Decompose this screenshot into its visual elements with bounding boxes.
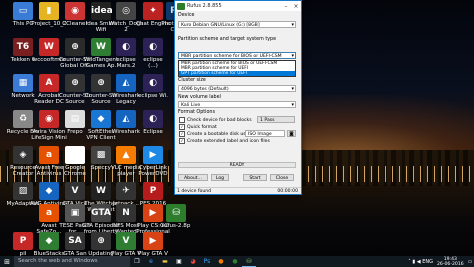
extended-label-text: Create extended label and icon files	[187, 138, 270, 144]
close-button[interactable]: Close	[270, 174, 294, 181]
progress-bar: READY	[178, 162, 296, 168]
status-text: 1 device found	[177, 189, 212, 194]
bad-blocks-pass-select[interactable]: 1 Pass	[257, 116, 295, 123]
partition-label: Partition scheme and target system type	[178, 37, 277, 42]
app-icon[interactable]: ●	[228, 256, 242, 267]
disc-icon-button[interactable]: ◙	[287, 130, 296, 137]
windows-start-icon[interactable]: ⊞	[0, 258, 14, 266]
volume-label-input[interactable]: Kali Live	[178, 101, 296, 109]
device-label: Device	[178, 13, 195, 18]
app-icon: ◐	[143, 110, 163, 128]
volume-label-title: New volume label	[178, 95, 221, 100]
network-icon[interactable]: ▮	[412, 259, 415, 265]
log-button[interactable]: Log	[211, 174, 229, 181]
desktop-icon-label: eclipse Wi.	[137, 93, 169, 99]
desktop-icon-label: Eclipse	[143, 129, 163, 135]
checkbox-box[interactable]	[179, 117, 185, 123]
rufus-titlebar[interactable]: Rufus 2.8.855 – ×	[175, 1, 301, 11]
app-icon: ◐	[143, 38, 163, 56]
close-window-button[interactable]: ×	[291, 3, 301, 10]
extended-label-checkbox[interactable]: ✓ Create extended label and icon files	[179, 138, 270, 144]
desktop-icon[interactable]: ◐ Eclipse	[131, 110, 175, 135]
desktop-icon[interactable]: ◐ eclipse (...)	[131, 38, 175, 70]
app-icon: ◐	[143, 74, 163, 92]
bad-blocks-checkbox[interactable]: Check device for bad blocks	[179, 117, 252, 123]
desktop-icon-label: CyberLink PowerDVD	[138, 165, 168, 178]
notification-icon[interactable]: ▭	[468, 259, 473, 265]
rufus-app-icon	[177, 2, 185, 10]
desktop-icon[interactable]: ⛁ rufus-2.8p	[154, 204, 198, 229]
task-view-icon[interactable]: ❐	[130, 256, 144, 267]
desktop: ▭ This PC ▮ Project_10_2 ◉ CCleaner idea Idea S…	[0, 0, 474, 256]
format-options-label: Format Options	[178, 110, 215, 115]
app-icon: P	[143, 182, 163, 200]
bootable-label: Create a bootable disk using	[187, 131, 253, 137]
checkbox-box[interactable]: ✓	[179, 138, 185, 144]
quick-format-checkbox[interactable]: ✓ Quick format	[179, 124, 217, 130]
desktop-icon[interactable]: ▶Play GTA V Professional	[131, 232, 175, 256]
edge-icon[interactable]: e	[144, 256, 158, 267]
app-icon[interactable]: ●	[214, 256, 228, 267]
cluster-label: Cluster size	[178, 78, 206, 83]
cluster-select[interactable]: 4096 bytes (Default)	[178, 85, 296, 93]
checkbox-box[interactable]: ✓	[179, 124, 185, 130]
bootable-checkbox[interactable]: ✓ Create a bootable disk using	[179, 131, 253, 137]
desktop-icon[interactable]: ◈ Resource Creator	[1, 146, 45, 178]
desktop-icon[interactable]: ▶ CyberLink PowerDVD	[131, 146, 175, 178]
status-bar: 1 device found 00:00:00	[175, 187, 301, 194]
partition-option-selected[interactable]: GPT partition scheme for UEFI	[179, 71, 295, 76]
explorer-icon[interactable]: ▬	[158, 256, 172, 267]
rufus-title: Rufus 2.8.855	[187, 3, 222, 9]
quick-format-label: Quick format	[187, 124, 217, 130]
volume-icon[interactable]: ◀	[417, 259, 421, 265]
rufus-window[interactable]: Rufus 2.8.855 – × Device Kuro Debian GNU…	[174, 0, 302, 195]
rufus-taskbar-icon[interactable]: ⛁	[242, 256, 256, 267]
language-indicator[interactable]: ENG	[422, 259, 433, 265]
app-icon: ◈	[13, 146, 33, 164]
checkbox-box[interactable]: ✓	[179, 131, 185, 137]
search-placeholder: Search the web and Windows	[18, 258, 98, 264]
device-select[interactable]: Kuro Debian GNU/Linux (G:) [8GB]	[178, 21, 296, 29]
clock-date: 26-06-2016	[436, 261, 464, 267]
app-icon: ⛁	[166, 204, 186, 222]
desktop-icon[interactable]: ◐ eclipse Wi.	[131, 74, 175, 99]
desktop-icon-label: Resource Creator	[10, 165, 36, 178]
minimize-button[interactable]: –	[281, 3, 291, 10]
chrome-icon[interactable]: ◕	[186, 256, 200, 267]
desktop-icon-label: rufus-2.8p	[161, 223, 191, 229]
desktop-icon-label: eclipse (...)	[143, 57, 163, 70]
partition-select[interactable]: MBR partition scheme for BIOS or UEFI-CS…	[178, 52, 296, 60]
about-button[interactable]: About...	[178, 174, 208, 181]
tray-up-icon[interactable]: ˄	[408, 259, 411, 265]
store-icon[interactable]: ▣	[172, 256, 186, 267]
taskbar: ⊞ Search the web and Windows ❐ e ▬ ▣ ◕ P…	[0, 256, 474, 267]
system-tray: ˄ ▮ ◀ ENG 19:43 26-06-2016 ▭	[408, 257, 474, 267]
bootable-type-select[interactable]: ISO Image	[245, 130, 285, 137]
app-icon: ▶	[143, 146, 163, 164]
bad-blocks-label: Check device for bad blocks	[187, 117, 252, 123]
photoshop-icon[interactable]: Ps	[200, 256, 214, 267]
clock[interactable]: 19:43 26-06-2016	[433, 257, 468, 267]
status-time: 00:00:00	[277, 189, 298, 194]
partition-dropdown[interactable]: MBR partition scheme for BIOS or UEFI-CS…	[178, 60, 296, 77]
start-button[interactable]: Start	[243, 174, 267, 181]
search-box[interactable]: Search the web and Windows	[14, 256, 130, 267]
app-icon: ▶	[143, 232, 163, 250]
